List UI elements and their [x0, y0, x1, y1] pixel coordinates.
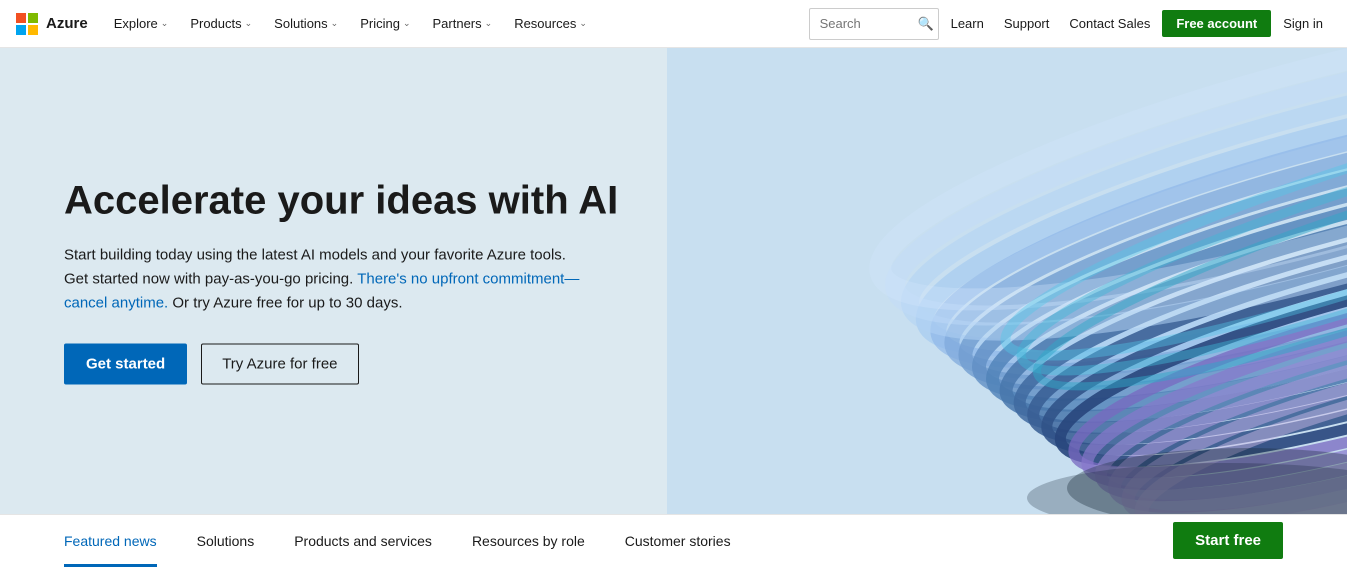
free-account-button[interactable]: Free account: [1162, 10, 1271, 37]
hero-content: Accelerate your ideas with AI Start buil…: [64, 178, 618, 385]
hero-buttons: Get started Try Azure for free: [64, 344, 618, 385]
pricing-label: Pricing: [360, 16, 400, 31]
hero-section: Accelerate your ideas with AI Start buil…: [0, 48, 1347, 514]
products-chevron-icon: ⌄: [245, 18, 253, 29]
hero-desc-text2: Or try Azure free for up to 30 days.: [172, 295, 402, 312]
azure-brand-name: Azure: [46, 15, 88, 32]
start-free-button[interactable]: Start free: [1173, 522, 1283, 559]
nav-products[interactable]: Products ⌄: [180, 0, 262, 48]
nav-solutions[interactable]: Solutions ⌄: [264, 0, 348, 48]
nav-right: 🔍 Learn Support Contact Sales Free accou…: [809, 8, 1331, 40]
support-link[interactable]: Support: [996, 16, 1058, 31]
hero-description: Start building today using the latest AI…: [64, 244, 584, 316]
explore-chevron-icon: ⌄: [161, 18, 169, 29]
nav-explore[interactable]: Explore ⌄: [104, 0, 179, 48]
sign-in-link[interactable]: Sign in: [1275, 16, 1331, 31]
brand-logo[interactable]: Azure: [16, 13, 88, 35]
search-box[interactable]: 🔍: [809, 8, 939, 40]
solutions-label: Solutions: [274, 16, 327, 31]
nav-pricing[interactable]: Pricing ⌄: [350, 0, 420, 48]
resources-label: Resources: [514, 16, 576, 31]
tab-solutions[interactable]: Solutions: [177, 515, 275, 567]
explore-label: Explore: [114, 16, 158, 31]
try-azure-free-button[interactable]: Try Azure for free: [201, 344, 358, 385]
nav-partners[interactable]: Partners ⌄: [423, 0, 503, 48]
hero-title: Accelerate your ideas with AI: [64, 178, 618, 224]
microsoft-logo: [16, 13, 38, 35]
nav-resources[interactable]: Resources ⌄: [504, 0, 597, 48]
tab-customer-stories[interactable]: Customer stories: [605, 515, 751, 567]
partners-chevron-icon: ⌄: [485, 18, 493, 29]
search-input[interactable]: [820, 16, 910, 31]
nav-links: Explore ⌄ Products ⌄ Solutions ⌄ Pricing…: [104, 0, 809, 48]
solutions-chevron-icon: ⌄: [331, 18, 339, 29]
pricing-chevron-icon: ⌄: [403, 18, 411, 29]
resources-chevron-icon: ⌄: [579, 18, 587, 29]
bottom-tab-bar: Featured news Solutions Products and ser…: [0, 514, 1347, 566]
tab-featured-news[interactable]: Featured news: [64, 515, 177, 567]
tab-products-and-services[interactable]: Products and services: [274, 515, 452, 567]
tab-resources-by-role[interactable]: Resources by role: [452, 515, 605, 567]
contact-sales-link[interactable]: Contact Sales: [1061, 16, 1158, 31]
search-icon: 🔍: [918, 16, 934, 32]
partners-label: Partners: [433, 16, 482, 31]
products-label: Products: [190, 16, 241, 31]
learn-link[interactable]: Learn: [943, 16, 992, 31]
get-started-button[interactable]: Get started: [64, 344, 187, 385]
hero-artwork: [667, 48, 1347, 514]
navbar: Azure Explore ⌄ Products ⌄ Solutions ⌄ P…: [0, 0, 1347, 48]
